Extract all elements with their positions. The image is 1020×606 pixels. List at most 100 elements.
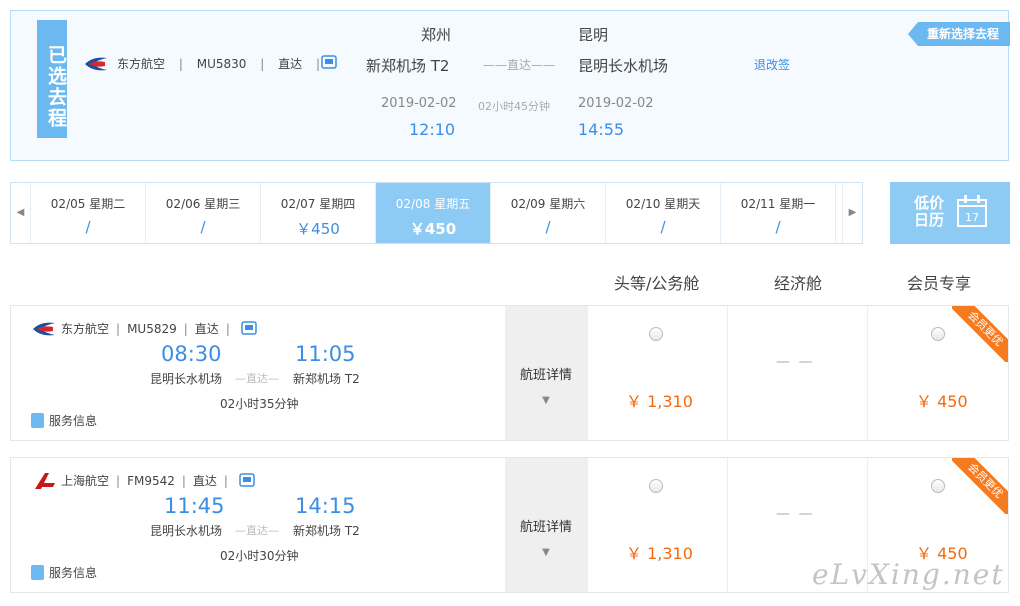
- flight-number: MU5830: [196, 57, 247, 71]
- date-price: /: [85, 218, 91, 236]
- airline-name: 东方航空: [61, 322, 110, 336]
- flight-detail-toggle[interactable]: 航班详情 ▼: [505, 306, 587, 440]
- flight-duration: 02小时45分钟: [478, 100, 550, 113]
- date-cell[interactable]: 02/07 星期四 ￥450: [261, 183, 376, 243]
- economy-unavailable: — —: [776, 354, 815, 370]
- ribbon-label: 会员更优: [952, 458, 1008, 514]
- date-label: 02/08 星期五: [395, 197, 471, 211]
- china-eastern-logo-icon: [33, 322, 55, 336]
- service-icon: [31, 565, 44, 580]
- first-class-radio[interactable]: [649, 327, 663, 341]
- arrival-airport: 新郑机场 T2: [293, 372, 360, 386]
- date-price: ￥450: [409, 220, 457, 238]
- departure-time: 11:45: [164, 494, 225, 518]
- flight-duration: 02小时35分钟: [220, 397, 299, 411]
- date-price: /: [545, 218, 551, 236]
- departure-city: 郑州: [421, 26, 452, 44]
- column-economy: 经济舱: [774, 274, 823, 293]
- divider: |: [315, 57, 320, 71]
- direct-label: ——直达——: [483, 58, 556, 72]
- first-class-price: ￥ 1,310: [626, 392, 693, 411]
- arrival-time: 11:05: [295, 342, 356, 366]
- divider: |: [116, 322, 121, 336]
- date-cell[interactable]: 02/09 星期六 /: [491, 183, 606, 243]
- divider: |: [183, 322, 188, 336]
- date-label: 02/09 星期六: [510, 197, 586, 211]
- calendar-icon: 17: [957, 195, 987, 227]
- flight-meta: 上海航空 | FM9542 | 直达 |: [61, 472, 255, 489]
- selected-outbound-tag: 已选去程: [37, 20, 67, 138]
- service-label: 服务信息: [49, 414, 98, 428]
- airline-name: 东方航空: [117, 57, 166, 71]
- meal-info-icon[interactable]: [239, 473, 255, 487]
- chevron-down-icon: ▼: [542, 547, 550, 558]
- date-cell[interactable]: 02/05 星期二 /: [31, 183, 146, 243]
- member-price: ￥ 450: [916, 392, 968, 411]
- arrival-time: 14:15: [295, 494, 356, 518]
- first-class-radio[interactable]: [649, 479, 663, 493]
- date-selector: ◀ 02/05 星期二 / 02/06 星期三 / 02/07 星期四 ￥450…: [10, 182, 863, 244]
- ribbon-label: 会员更优: [952, 306, 1008, 362]
- date-cell[interactable]: 02/11 星期一 /: [721, 183, 836, 243]
- date-price: /: [200, 218, 206, 236]
- calendar-day: 17: [965, 211, 979, 224]
- flight-detail-toggle[interactable]: 航班详情 ▼: [505, 458, 587, 592]
- date-label: 02/07 星期四: [280, 197, 356, 211]
- date-price: /: [775, 218, 781, 236]
- prev-dates-arrow-icon[interactable]: ◀: [11, 183, 31, 243]
- departure-airport: 昆明长水机场: [150, 524, 223, 538]
- member-radio[interactable]: [931, 327, 945, 341]
- date-price: ￥450: [296, 220, 340, 238]
- date-cell-active[interactable]: 02/08 星期五 ￥450: [376, 183, 491, 243]
- flight-type: 直达: [192, 474, 217, 488]
- watermark: eLvXing.net: [812, 558, 1005, 591]
- selected-outbound-panel: 已选去程 东方航空 | MU5830 | 直达 | 郑州 昆明 新郑机场 T2 …: [10, 10, 1010, 161]
- calendar-label: 低价 日历: [914, 195, 944, 229]
- economy-cell: — —: [727, 306, 867, 440]
- column-member: 会员专享: [907, 274, 972, 293]
- flight-detail-label: 航班详情: [519, 520, 572, 535]
- first-class-price: ￥ 1,310: [626, 544, 693, 563]
- first-class-cell: ￥ 1,310: [587, 306, 727, 440]
- member-radio[interactable]: [931, 479, 945, 493]
- direct-label: —直达—: [235, 524, 279, 537]
- departure-airport: 新郑机场 T2: [366, 57, 450, 75]
- date-label: 02/11 星期一: [740, 197, 816, 211]
- member-cell: 会员更优 ￥ 450: [867, 306, 1008, 440]
- flight-type: 直达: [194, 322, 219, 336]
- divider: |: [178, 57, 183, 71]
- departure-time: 08:30: [161, 342, 222, 366]
- arrival-airport: 昆明长水机场: [578, 57, 669, 75]
- date-cell[interactable]: 02/06 星期三 /: [146, 183, 261, 243]
- arrival-date: 2019-02-02: [578, 96, 654, 111]
- shanghai-airlines-logo-icon: [35, 473, 55, 489]
- chevron-down-icon: ▼: [542, 395, 550, 406]
- date-label: 02/05 星期二: [50, 197, 126, 211]
- divider: |: [181, 474, 186, 488]
- departure-date: 2019-02-02: [381, 96, 457, 111]
- meal-info-icon[interactable]: [240, 321, 257, 335]
- date-cell[interactable]: 02/10 星期天 /: [606, 183, 721, 243]
- flight-type: 直达: [278, 57, 303, 71]
- low-price-calendar-button[interactable]: 低价 日历 17: [890, 182, 1010, 244]
- next-dates-arrow-icon[interactable]: ▶: [842, 183, 862, 243]
- reselect-outbound-button[interactable]: 重新选择去程: [908, 22, 1010, 46]
- flight-duration: 02小时30分钟: [220, 549, 299, 563]
- service-icon: [31, 413, 44, 428]
- divider: |: [116, 474, 121, 488]
- date-label: 02/06 星期三: [165, 197, 241, 211]
- flight-meta: 东方航空 | MU5829 | 直达 |: [61, 320, 257, 337]
- flight-number: FM9542: [127, 474, 175, 488]
- column-first-business: 头等/公务舱: [614, 274, 700, 293]
- refund-change-link[interactable]: 退改签: [754, 56, 790, 73]
- airline-name: 上海航空: [61, 474, 110, 488]
- service-info-link[interactable]: 服务信息: [31, 412, 97, 429]
- service-info-link[interactable]: 服务信息: [31, 564, 97, 581]
- arrival-airport: 新郑机场 T2: [293, 524, 360, 538]
- arrival-city: 昆明: [578, 26, 609, 44]
- arrival-time: 14:55: [578, 120, 625, 139]
- meal-info-icon[interactable]: [321, 55, 337, 69]
- direct-label: —直达—: [235, 372, 279, 385]
- service-label: 服务信息: [49, 566, 98, 580]
- divider: |: [225, 322, 230, 336]
